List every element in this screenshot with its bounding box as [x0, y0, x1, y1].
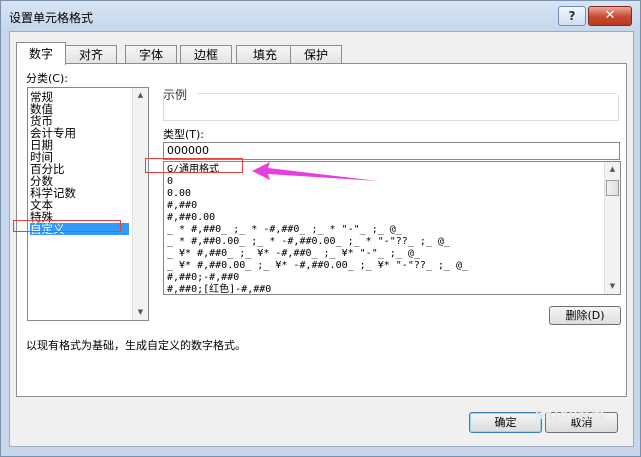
watermark: Baidu经验	[535, 408, 605, 422]
tab-number[interactable]: 数字	[16, 42, 66, 65]
annotation-arrow-icon	[252, 162, 378, 181]
